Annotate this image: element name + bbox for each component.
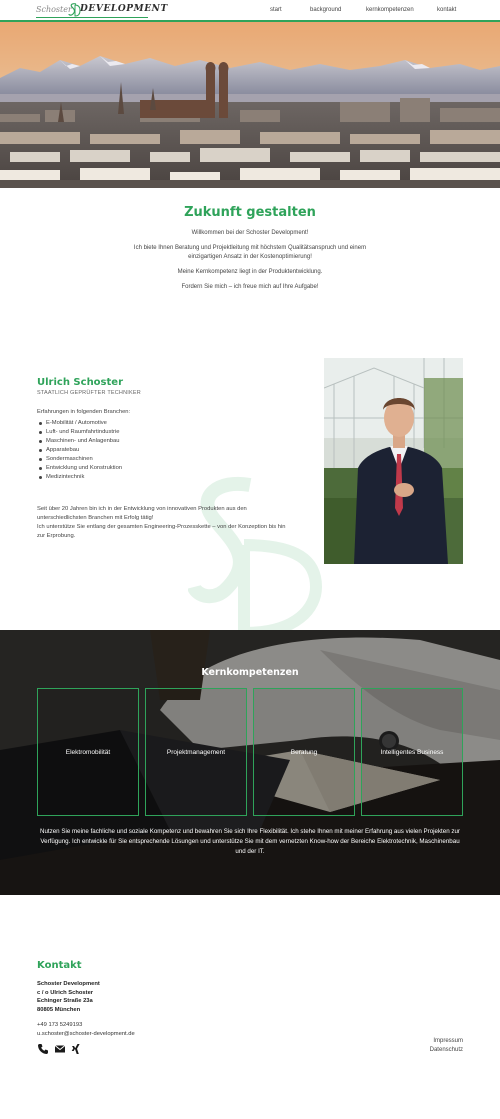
list-item: Sondermaschinen [37,455,122,464]
nav-item-background[interactable]: background [310,7,341,13]
site-header: Schoster DEVELOPMENT start background ke… [0,0,500,22]
list-item: Luft- und Raumfahrtindustrie [37,428,122,437]
contact-details: +49 173 5249193 u.schoster@schoster-deve… [37,1021,135,1039]
nav-item-kernkompetenzen[interactable]: kernkompetenzen [366,7,414,13]
list-item: Entwicklung und Konstruktion [37,464,122,473]
main-nav: start background kernkompetenzen kontakt [0,7,500,17]
intro-line-1: Willkommen bei der Schoster Development! [191,230,309,236]
profile-title: STAATLICH GEPRÜFTER TECHNIKER [37,390,141,396]
profile-description-2: Ich unterstütze Sie entlang der gesamten… [37,524,286,539]
competency-label: Beratung [290,748,318,756]
branch-list: E-Mobilität / Automotive Luft- und Raumf… [37,419,122,482]
contact-icons [37,1042,97,1056]
intro-title: Zukunft gestalten [184,205,316,220]
xing-icon[interactable] [70,1042,82,1054]
monogram-watermark-icon [188,476,323,635]
datenschutz-link[interactable]: Datenschutz [430,1046,463,1055]
legal-links: Impressum Datenschutz [430,1037,463,1055]
competency-label: Projektmanagement [166,748,226,756]
nav-item-kontakt[interactable]: kontakt [437,7,456,13]
list-item: Apparatebau [37,446,122,455]
intro-line-2: Ich biete Ihnen Beratung und Projektleit… [133,245,367,260]
contact-title: Kontakt [37,960,82,971]
profile-description-1: Seit über 20 Jahren bin ich in der Entwi… [37,506,247,521]
list-item: Medizintechnik [37,473,122,482]
list-item: E-Mobilität / Automotive [37,419,122,428]
intro-section: Zukunft gestalten Willkommen bei der Sch… [0,205,500,298]
competency-label: Intelligentes Business [380,748,444,756]
experience-label: Erfahrungen in folgenden Branchen: [37,409,131,415]
competencies-title: Kernkompetenzen [201,667,299,678]
intro-line-4: Fordern Sie mich – ich freue mich auf Ih… [181,284,319,290]
competency-card-intelligentes-business[interactable]: Intelligentes Business [361,688,463,816]
address-line: Echinger Straße 23a [37,998,93,1004]
mail-icon[interactable] [54,1042,66,1054]
profile-name: Ulrich Schoster [37,377,124,388]
email-link[interactable]: u.schoster@schoster-development.de [37,1030,135,1039]
competency-card-projektmanagement[interactable]: Projektmanagement [145,688,247,816]
profile-section: Ulrich Schoster STAATLICH GEPRÜFTER TECH… [0,355,500,635]
competency-card-beratung[interactable]: Beratung [253,688,355,816]
phone-icon[interactable] [37,1042,49,1054]
intro-line-3: Meine Kernkompetenz liegt in der Produkt… [177,269,323,275]
profile-description: Seit über 20 Jahren bin ich in der Entwi… [37,505,287,541]
competencies-section: Kernkompetenzen Elektromobilität Projekt… [0,630,500,895]
portrait-photo [324,358,463,564]
competencies-text: Nutzen Sie meine fachliche und soziale K… [40,828,460,855]
address-line: 80805 München [37,1006,81,1013]
hero-image-munich-skyline [0,22,500,188]
address-line: Schoster Development [37,981,100,987]
phone-number[interactable]: +49 173 5249193 [37,1021,135,1030]
address-line: c / o Ulrich Schoster [37,989,94,996]
competency-label: Elektromobilität [65,748,111,756]
competency-card-elektromobilitaet[interactable]: Elektromobilität [37,688,139,816]
list-item: Maschinen- und Anlagenbau [37,437,122,446]
impressum-link[interactable]: Impressum [430,1037,463,1046]
logo-underline [36,17,148,18]
contact-address: Schoster Development c / o Ulrich Schost… [37,980,100,1014]
nav-item-start[interactable]: start [270,7,282,13]
